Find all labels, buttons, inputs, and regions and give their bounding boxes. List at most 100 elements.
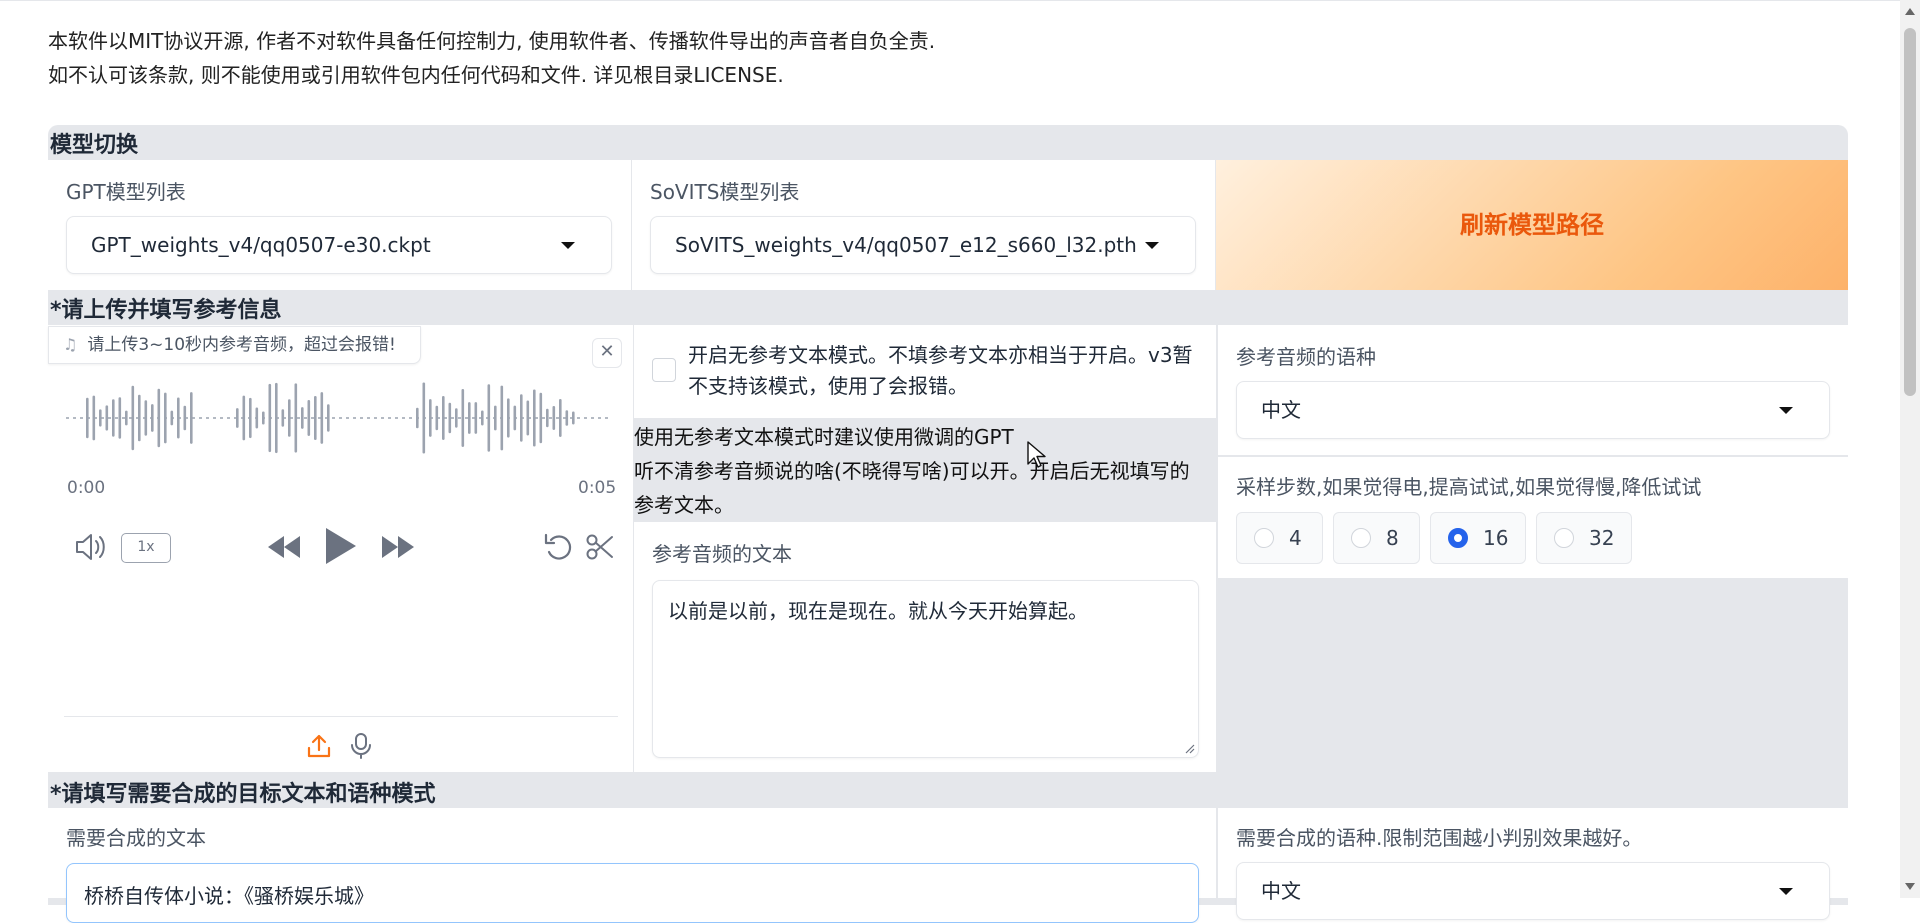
waveform-bar — [314, 395, 317, 441]
waveform-bar — [422, 382, 426, 454]
reference-title: *请上传并填写参考信息 — [50, 298, 282, 323]
target-text-label: 需要合成的文本 — [66, 826, 206, 850]
scroll-up-arrow-icon[interactable] — [1905, 8, 1915, 15]
disclaimer-line-2: 如不认可该条款, 则不能使用或引用软件包内任何代码和文件. 详见根目录LICEN… — [48, 63, 784, 87]
waveform-bar — [242, 395, 246, 441]
waveform-bar — [559, 399, 562, 437]
upload-icon[interactable] — [306, 733, 332, 759]
audio-upload-label: ♫ 请上传3~10秒内参考音频，超过会报错! — [48, 326, 421, 364]
undo-icon[interactable] — [543, 532, 575, 562]
waveform-bar — [455, 408, 458, 428]
play-icon[interactable] — [323, 526, 359, 566]
waveform-bar — [131, 385, 135, 451]
refresh-model-paths-button[interactable]: 刷新模型路径 — [1216, 160, 1848, 290]
waveform-bar — [125, 410, 128, 426]
gpt-model-dropdown[interactable]: GPT_weights_v4/qq0507-e30.ckpt — [66, 216, 612, 274]
waveform-bar — [520, 394, 523, 442]
waveform-bar — [448, 402, 452, 434]
radio-circle — [1554, 528, 1574, 548]
steps-option-label: 32 — [1589, 526, 1615, 550]
microphone-icon[interactable] — [349, 732, 373, 760]
waveform-bar — [190, 392, 193, 444]
sovits-model-panel: SoVITS模型列表 SoVITS_weights_v4/qq0507_e12_… — [632, 160, 1215, 290]
gpt-model-value: GPT_weights_v4/qq0507-e30.ckpt — [91, 233, 431, 257]
audio-waveform[interactable] — [66, 376, 612, 460]
waveform-bar — [461, 389, 465, 447]
waveform-bar — [468, 402, 471, 434]
page-scrollbar[interactable] — [1900, 0, 1920, 898]
waveform-bar — [157, 388, 161, 448]
target-lang-value: 中文 — [1261, 879, 1301, 903]
target-text-input[interactable]: 桥桥自传体小说：《骚桥娱乐城》 — [66, 863, 1199, 923]
ref-lang-value: 中文 — [1261, 398, 1301, 422]
waveform-bar — [281, 409, 285, 427]
waveform-bar — [268, 383, 272, 453]
volume-icon[interactable] — [74, 532, 108, 562]
waveform-bar — [118, 397, 122, 439]
waveform-bar — [112, 399, 115, 437]
gpt-model-panel: GPT模型列表 GPT_weights_v4/qq0507-e30.ckpt — [48, 160, 631, 290]
waveform-bar — [494, 405, 497, 431]
disclaimer: 本软件以MIT协议开源, 作者不对软件具备任何控制力, 使用软件者、传播软件导出… — [48, 24, 935, 92]
waveform-bar — [183, 405, 187, 431]
no-ref-mode-checkbox[interactable] — [652, 358, 676, 382]
close-icon[interactable]: ✕ — [592, 338, 622, 368]
model-switch-title: 模型切换 — [50, 133, 139, 158]
waveform-bar — [177, 397, 180, 439]
chevron-down-icon — [1145, 242, 1159, 249]
no-ref-mode-info: 使用无参考文本模式时建议使用微调的GPT 听不清参考音频说的啥(不晓得写啥)可以… — [634, 418, 1216, 524]
waveform-bar — [294, 383, 298, 453]
waveform-bar — [164, 392, 167, 444]
fast-forward-icon[interactable] — [380, 534, 416, 560]
waveform-bar — [99, 409, 102, 427]
scroll-down-arrow-icon[interactable] — [1905, 883, 1915, 890]
waveform-bar — [151, 404, 154, 432]
steps-option-label: 4 — [1289, 526, 1302, 550]
target-lang-dropdown[interactable]: 中文 — [1236, 862, 1830, 920]
steps-option-4[interactable]: 4 — [1236, 512, 1323, 564]
waveform-bar — [255, 407, 259, 429]
ref-lang-dropdown[interactable]: 中文 — [1236, 381, 1830, 439]
waveform-bar — [487, 384, 491, 452]
resize-handle-icon[interactable] — [1185, 744, 1195, 754]
waveform-bar — [170, 410, 174, 426]
chevron-down-icon — [1779, 407, 1793, 414]
waveform-bar — [572, 411, 575, 425]
waveform-bar — [565, 410, 569, 426]
music-note-icon: ♫ — [63, 335, 78, 354]
chevron-down-icon — [561, 242, 575, 249]
waveform-bar — [138, 394, 141, 442]
steps-option-label: 8 — [1386, 526, 1399, 550]
steps-option-16[interactable]: 16 — [1430, 512, 1526, 564]
waveform-bar — [416, 407, 419, 429]
radio-circle — [1254, 528, 1274, 548]
steps-option-32[interactable]: 32 — [1536, 512, 1632, 564]
playback-rate-button[interactable]: 1x — [121, 533, 171, 563]
scroll-thumb[interactable] — [1904, 28, 1916, 396]
sovits-model-value: SoVITS_weights_v4/qq0507_e12_s660_l32.pt… — [675, 233, 1137, 257]
radio-circle — [1351, 528, 1371, 548]
waveform-bar — [546, 408, 549, 428]
waveform-bar — [513, 405, 517, 431]
disclaimer-line-1: 本软件以MIT协议开源, 作者不对软件具备任何控制力, 使用软件者、传播软件导出… — [48, 29, 936, 53]
audio-upload-label-text: 请上传3~10秒内参考音频，超过会报错! — [87, 335, 396, 355]
waveform-bar — [526, 400, 530, 436]
sample-steps-label: 采样步数,如果觉得电,提高试试,如果觉得慢,降低试试 — [1236, 475, 1702, 499]
waveform-bar — [481, 410, 484, 426]
sovits-model-dropdown[interactable]: SoVITS_weights_v4/qq0507_e12_s660_l32.pt… — [650, 216, 1196, 274]
waveform-bar — [301, 407, 304, 429]
ref-text-input[interactable]: 以前是以前，现在是现在。就从今天开始算起。 — [652, 580, 1199, 758]
target-text-value: 桥桥自传体小说：《骚桥娱乐城》 — [84, 884, 374, 908]
waveform-bar — [429, 399, 432, 437]
waveform-bar — [442, 396, 445, 440]
waveform-bar — [320, 392, 324, 444]
rewind-icon[interactable] — [266, 534, 302, 560]
ref-text-label: 参考音频的文本 — [652, 542, 792, 566]
ref-text-value: 以前是以前，现在是现在。就从今天开始算起。 — [668, 599, 1088, 623]
waveform-bar — [435, 405, 439, 431]
waveform-bar — [533, 389, 536, 447]
steps-option-8[interactable]: 8 — [1333, 512, 1420, 564]
target-lang-label: 需要合成的语种.限制范围越小判别效果越好。 — [1236, 826, 1643, 850]
scissors-icon[interactable] — [585, 532, 615, 562]
waveform-bar — [500, 385, 504, 451]
